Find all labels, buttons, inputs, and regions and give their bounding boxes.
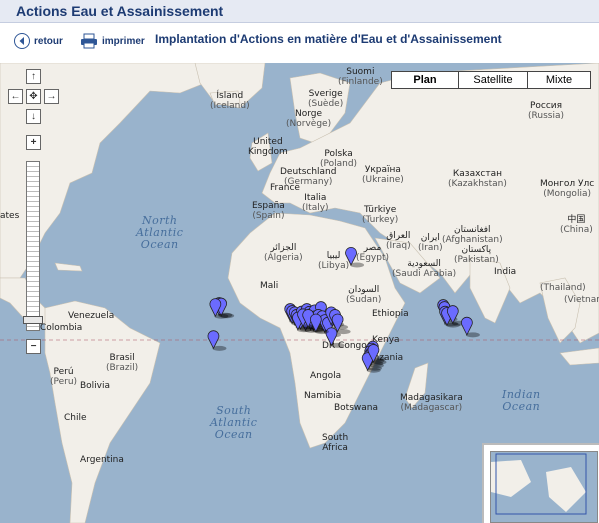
pan-up-button[interactable]: ↑ <box>26 69 41 84</box>
back-button[interactable]: retour <box>14 31 63 51</box>
map-marker[interactable]: Peru <box>207 330 227 351</box>
back-label: retour <box>34 35 63 47</box>
zoom-slider-thumb[interactable] <box>23 316 43 324</box>
map-nav-control: ↑ ← ✥ → ↓ + − <box>4 69 64 359</box>
zoom-out-button[interactable]: − <box>26 339 41 354</box>
map-marker[interactable]: Ukraine <box>345 247 365 268</box>
maptype-satellite-button[interactable]: Satellite <box>458 71 528 89</box>
back-arrow-icon <box>14 33 30 49</box>
pan-down-button[interactable]: ↓ <box>26 109 41 124</box>
print-button[interactable]: imprimer <box>80 31 145 51</box>
pan-left-button[interactable]: ← <box>8 89 23 104</box>
overview-map[interactable] <box>482 443 599 523</box>
pan-right-button[interactable]: → <box>44 89 59 104</box>
overview-map-view <box>490 451 598 523</box>
page-title: Actions Eau et Assainissement <box>16 3 224 19</box>
printer-icon <box>80 33 98 49</box>
section-heading: Implantation d'Actions en matière d'Eau … <box>155 32 502 46</box>
title-bar: Actions Eau et Assainissement <box>0 0 599 23</box>
map-viewport[interactable]: Suomi (Finlande) Sverige (Suède) Norge (Nor… <box>0 63 599 523</box>
toolbar: retour imprimer Implantation d'Actions e… <box>0 23 599 63</box>
map-marker[interactable]: Philippines <box>460 316 480 338</box>
zoom-slider[interactable] <box>23 161 43 331</box>
zoom-in-button[interactable]: + <box>26 135 41 150</box>
pan-center-button[interactable]: ✥ <box>26 89 41 104</box>
maptype-plan-button[interactable]: Plan <box>391 71 459 89</box>
print-label: imprimer <box>102 35 145 47</box>
maptype-mixte-button[interactable]: Mixte <box>527 71 591 89</box>
